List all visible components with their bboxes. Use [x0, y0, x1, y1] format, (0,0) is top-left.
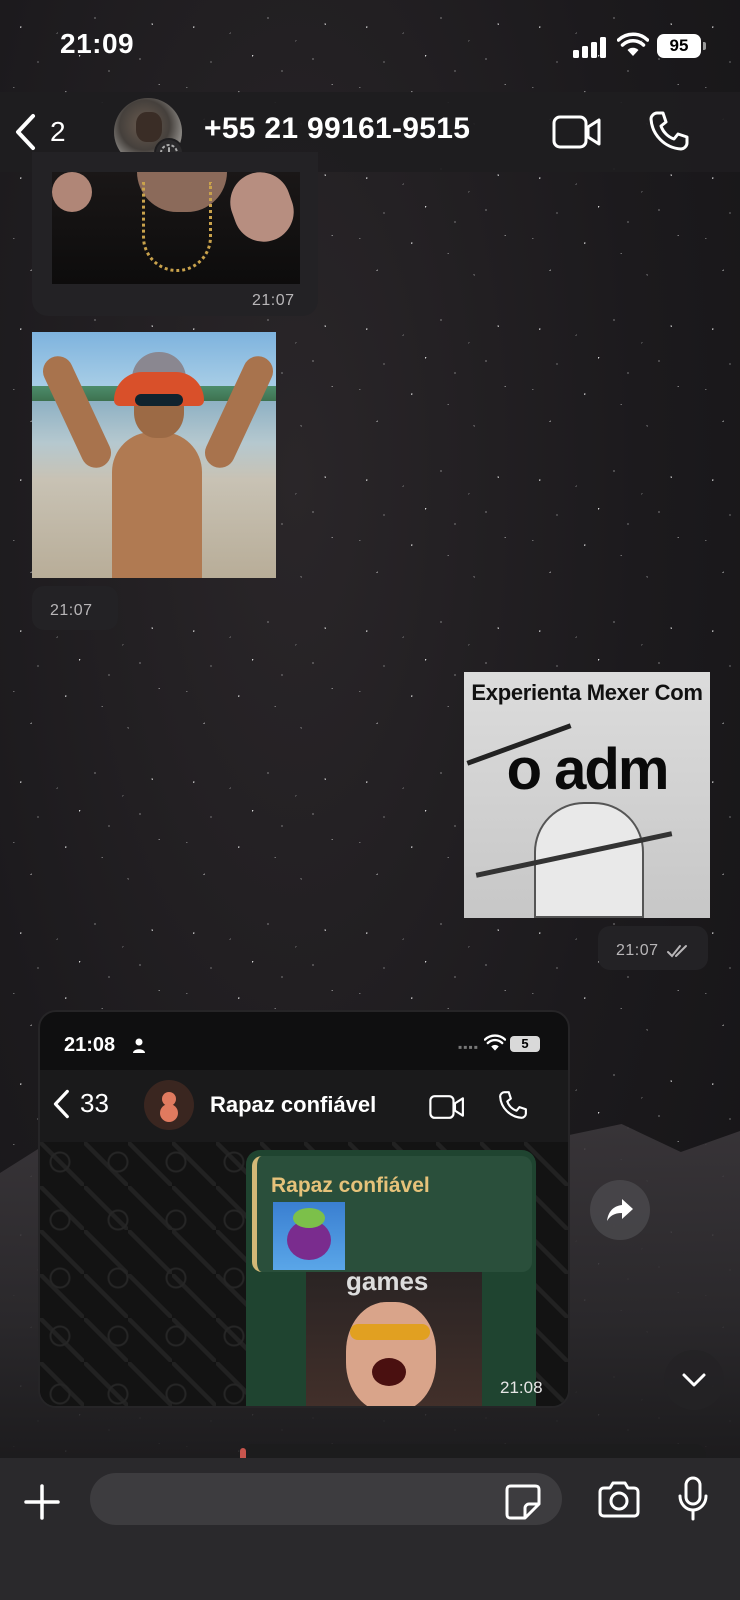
composer-bar [0, 1458, 740, 1600]
screenshot-chat-body: Rapaz confiável games 21:08 [40, 1142, 568, 1406]
screenshot-chat-name: Rapaz confiável [210, 1092, 377, 1117]
sticker-message[interactable] [32, 332, 276, 578]
screenshot-signal-icon: ▪▪▪▪ [458, 1040, 480, 1054]
scroll-to-bottom-button[interactable] [664, 1350, 724, 1410]
message-time: 21:07 [616, 942, 659, 959]
screenshot-media: games [306, 1272, 482, 1406]
phone-call-icon[interactable] [648, 110, 690, 152]
screenshot-phone-icon [499, 1091, 527, 1119]
screenshot-quoted-reply: Rapaz confiável [252, 1156, 532, 1272]
meme-sticker-message[interactable]: Experienta Mexer Com o adm [464, 672, 710, 918]
camera-icon[interactable] [596, 1480, 642, 1520]
contact-name[interactable]: +55 21 99161-9515 [204, 112, 470, 146]
sticker-icon[interactable] [503, 1482, 543, 1522]
video-call-icon[interactable] [552, 114, 602, 150]
screenshot-media-text: games [346, 1272, 429, 1296]
screenshot-back: 33 [52, 1088, 109, 1119]
person-icon [133, 1038, 145, 1053]
microphone-icon[interactable] [676, 1476, 710, 1522]
forward-arrow-icon [607, 1199, 633, 1221]
screenshot-status-time: 21:08 [64, 1034, 116, 1056]
screenshot-message-bubble: Rapaz confiável games 21:08 [246, 1150, 543, 1406]
message-time: 21:07 [252, 292, 295, 309]
status-bar: 21:09 95 [0, 0, 740, 92]
screenshot-quote-name: Rapaz confiável [271, 1174, 430, 1197]
screenshot-battery: 5 [510, 1036, 540, 1052]
screenshot-chat-header: 33 Rapaz confiável [40, 1070, 568, 1142]
wifi-icon [617, 32, 649, 56]
screenshot-image-message[interactable]: 21:08 ▪▪▪▪ 5 33 Rapaz confiável Rapaz co… [38, 1010, 570, 1408]
double-check-icon [667, 945, 687, 958]
status-time: 21:09 [60, 28, 135, 59]
unread-count: 2 [50, 116, 66, 147]
forward-button[interactable] [590, 1180, 650, 1240]
plus-icon[interactable] [22, 1482, 62, 1522]
message-input[interactable] [90, 1473, 562, 1525]
meme-top-text: Experienta Mexer Com [471, 680, 703, 705]
screenshot-wifi-icon [484, 1034, 506, 1051]
chevron-left-icon [16, 114, 35, 150]
screenshot-avatar [144, 1080, 194, 1130]
chevron-down-icon [682, 1373, 706, 1387]
battery-indicator: 95 [657, 34, 706, 58]
chevron-left-icon [53, 1089, 69, 1118]
screenshot-video-icon [429, 1095, 464, 1119]
message-time: 21:07 [50, 602, 93, 619]
screenshot-unread-count: 33 [80, 1088, 109, 1118]
screenshot-quote-thumbnail [273, 1202, 345, 1270]
screenshot-message-time: 21:08 [500, 1378, 543, 1397]
back-button[interactable]: 2 [14, 110, 66, 154]
cellular-signal-icon [573, 36, 609, 58]
meme-big-text: o adm [506, 737, 670, 802]
image-message-photo[interactable] [52, 172, 300, 284]
